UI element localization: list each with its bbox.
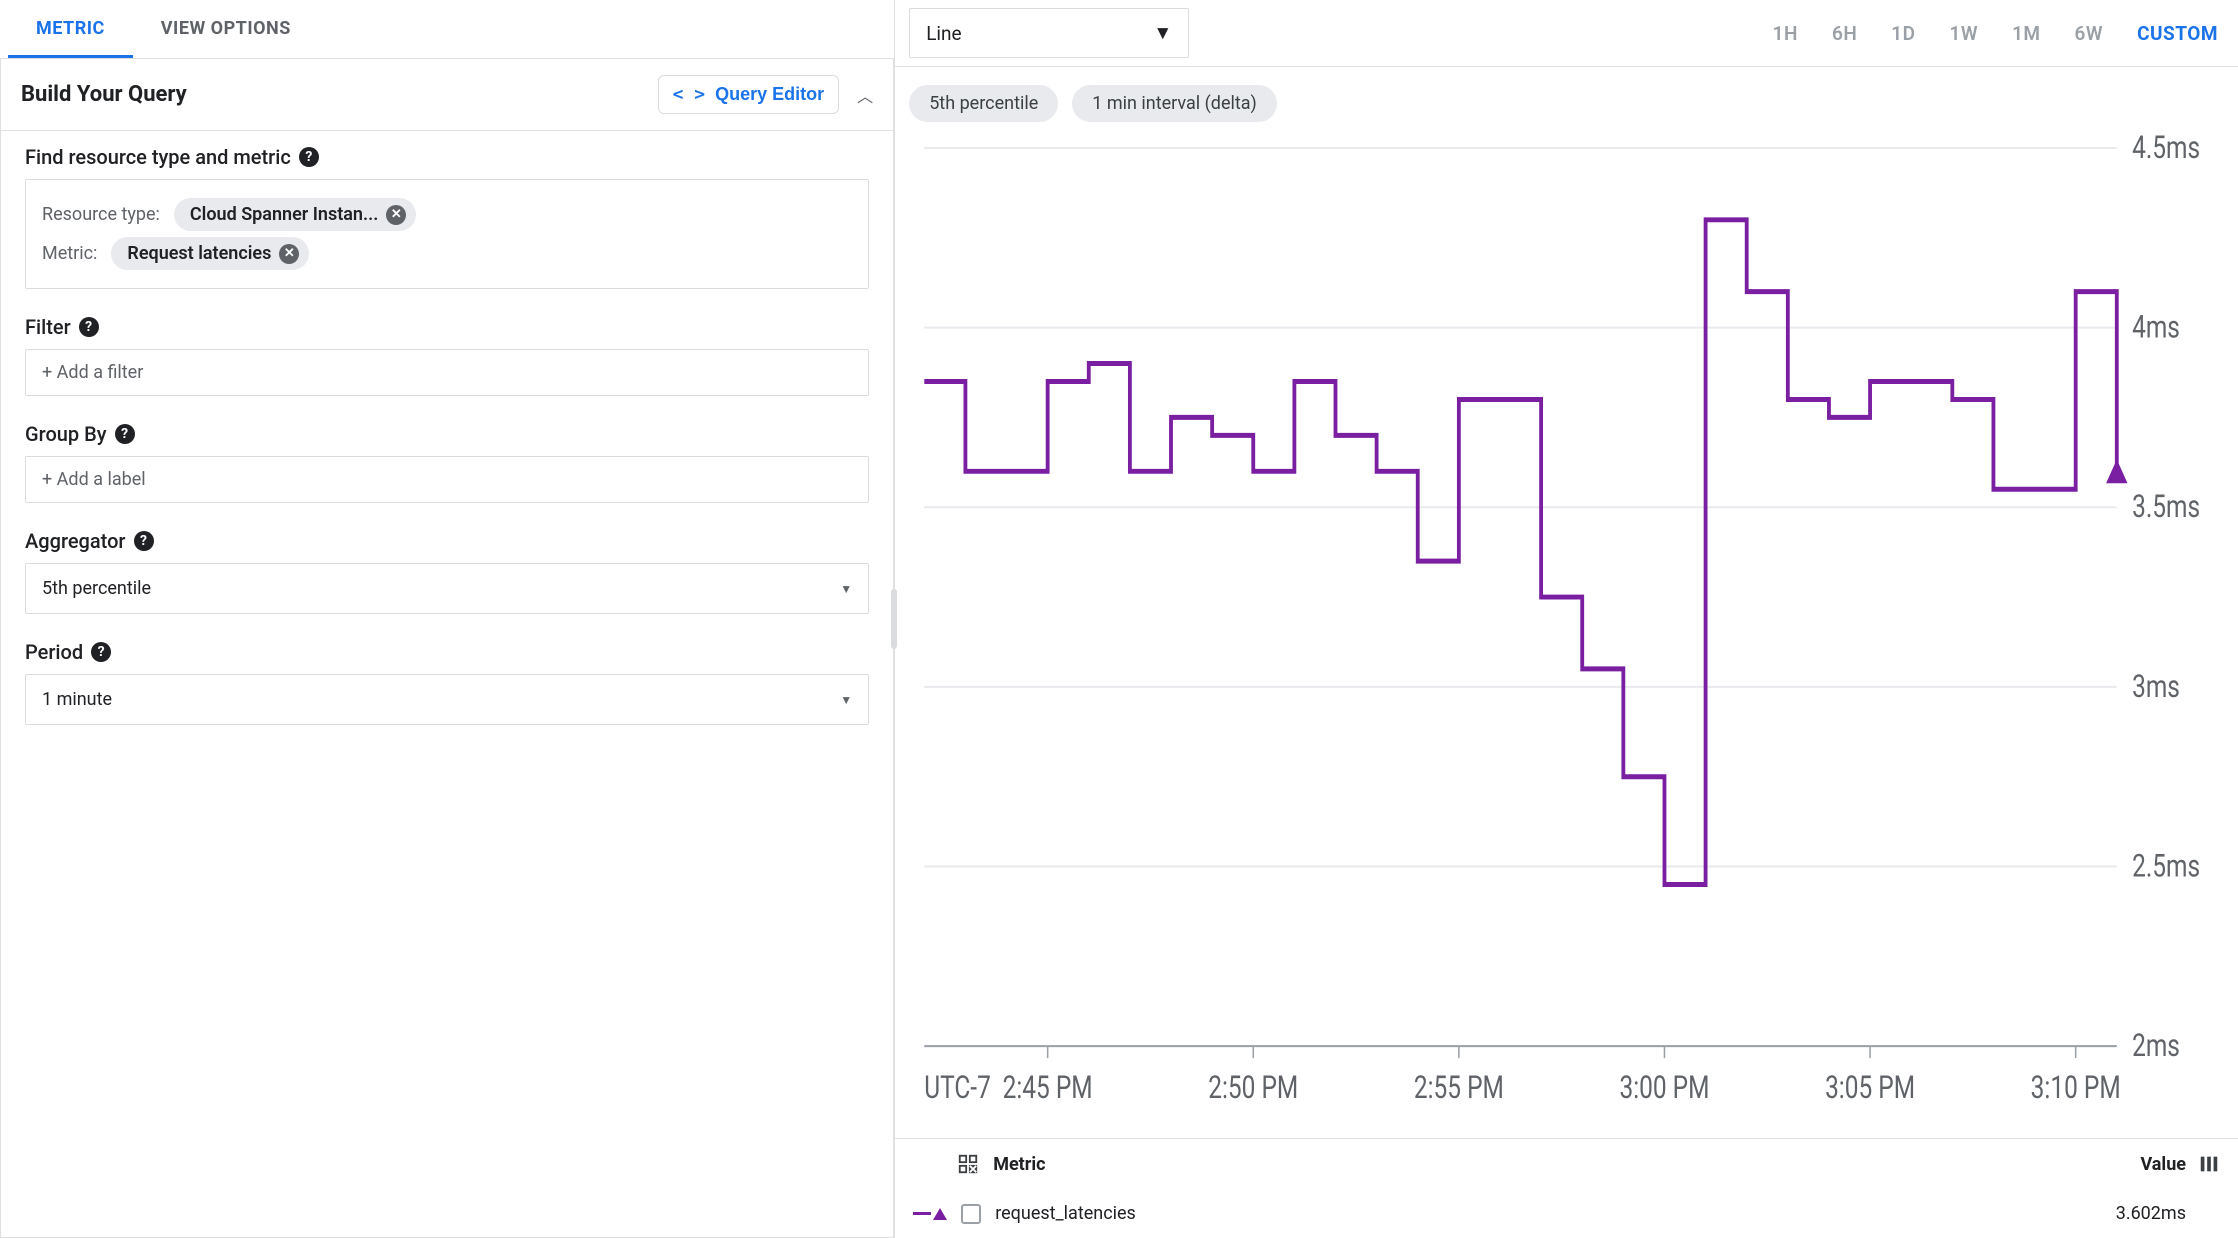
panel-header-actions: < > Query Editor ︿ — [658, 75, 874, 114]
panel-title: Build Your Query — [21, 82, 187, 107]
chevron-down-icon: ▼ — [840, 693, 852, 707]
x-tick-label: 3:00 PM — [1620, 1069, 1710, 1106]
chart-type-value: Line — [926, 22, 961, 45]
section-filter-label: Filter ? — [25, 315, 869, 339]
y-tick-label: 4ms — [2132, 308, 2180, 345]
query-body: Build Your Query < > Query Editor ︿ Find… — [0, 59, 894, 1238]
query-panel: METRIC VIEW OPTIONS Build Your Query < >… — [0, 0, 895, 1238]
chart-type-select[interactable]: Line ▼ — [909, 8, 1189, 58]
chevron-down-icon: ▼ — [1153, 21, 1172, 45]
remove-icon[interactable]: ✕ — [386, 205, 406, 225]
x-tick-label: 2:45 PM — [1003, 1069, 1093, 1106]
section-period-label: Period ? — [25, 640, 869, 664]
columns-icon[interactable] — [2198, 1153, 2220, 1175]
latency-chart[interactable]: 4.5ms 4ms 3.5ms 3ms 2.5ms 2ms UTC-7 2:45 PM 2:50… — [909, 128, 2224, 1126]
section-find-label: Find resource type and metric ? — [25, 145, 869, 169]
section-filter-text: Filter — [25, 315, 71, 339]
section-aggregator-text: Aggregator — [25, 529, 126, 553]
series-value: 3.602ms — [2116, 1203, 2186, 1224]
chart-badges: 5th percentile 1 min interval (delta) — [909, 85, 2224, 122]
help-icon[interactable]: ? — [79, 317, 99, 337]
y-tick-label: 4.5ms — [2132, 129, 2200, 166]
legend-header: Metric Value — [895, 1139, 2238, 1189]
legend-value-header: Value — [2140, 1154, 2186, 1175]
x-tick-label: 2:50 PM — [1208, 1069, 1298, 1106]
range-1h[interactable]: 1H — [1767, 18, 1804, 49]
range-1w[interactable]: 1W — [1944, 18, 1985, 49]
section-groupby-text: Group By — [25, 422, 107, 446]
tab-view-options[interactable]: VIEW OPTIONS — [133, 0, 319, 58]
help-icon[interactable]: ? — [115, 424, 135, 444]
legend-rows: request_latencies 3.602ms — [895, 1189, 2238, 1238]
x-tz-label: UTC-7 — [924, 1069, 991, 1106]
resource-type-label: Resource type: — [42, 204, 160, 225]
range-6h[interactable]: 6H — [1826, 18, 1863, 49]
section-period: Period ? 1 minute ▼ — [1, 626, 893, 737]
metric-chip-text: Request latencies — [127, 243, 271, 264]
badge-percentile: 5th percentile — [909, 85, 1058, 122]
series-swatch — [913, 1208, 947, 1220]
resource-type-chip-text: Cloud Spanner Instan... — [190, 204, 378, 225]
help-icon[interactable]: ? — [299, 147, 319, 167]
filter-input[interactable]: + Add a filter — [25, 349, 869, 396]
section-find: Find resource type and metric ? Resource… — [1, 131, 893, 301]
resource-type-chip[interactable]: Cloud Spanner Instan... ✕ — [174, 198, 416, 231]
resize-handle[interactable] — [891, 589, 897, 649]
series-end-marker — [2106, 459, 2127, 483]
period-value: 1 minute — [42, 689, 112, 710]
query-header: Build Your Query < > Query Editor ︿ — [1, 59, 893, 131]
y-tick-label: 2ms — [2132, 1027, 2180, 1064]
range-1d[interactable]: 1D — [1885, 18, 1921, 49]
help-icon[interactable]: ? — [134, 531, 154, 551]
section-period-text: Period — [25, 640, 83, 664]
query-editor-label: Query Editor — [715, 84, 824, 105]
section-groupby: Group By ? + Add a label — [1, 408, 893, 515]
section-groupby-label: Group By ? — [25, 422, 869, 446]
series-checkbox[interactable] — [961, 1204, 981, 1224]
y-tick-label: 3.5ms — [2132, 488, 2200, 525]
remove-icon[interactable]: ✕ — [279, 244, 299, 264]
metric-row: Metric: Request latencies ✕ — [42, 237, 852, 270]
section-filter: Filter ? + Add a filter — [1, 301, 893, 408]
collapse-icon[interactable]: ︿ — [857, 83, 873, 107]
legend: Metric Value request_latencies 3.602ms — [895, 1138, 2238, 1238]
metric-chip[interactable]: Request latencies ✕ — [111, 237, 309, 270]
range-6w[interactable]: 6W — [2069, 18, 2110, 49]
section-aggregator-label: Aggregator ? — [25, 529, 869, 553]
code-icon: < > — [673, 84, 706, 105]
find-box[interactable]: Resource type: Cloud Spanner Instan... ✕… — [25, 179, 869, 289]
range-custom[interactable]: CUSTOM — [2131, 18, 2224, 49]
x-tick-label: 3:10 PM — [2031, 1069, 2121, 1106]
chevron-down-icon: ▼ — [840, 582, 852, 596]
tab-metric[interactable]: METRIC — [8, 0, 133, 58]
metric-label: Metric: — [42, 243, 97, 264]
grid-icon[interactable] — [957, 1153, 979, 1175]
chart-toolbar: Line ▼ 1H 6H 1D 1W 1M 6W CUSTOM — [895, 0, 2238, 67]
x-tick-label: 2:55 PM — [1414, 1069, 1504, 1106]
time-range-picker: 1H 6H 1D 1W 1M 6W CUSTOM — [1767, 18, 2224, 49]
range-1m[interactable]: 1M — [2006, 18, 2046, 49]
y-tick-label: 3ms — [2132, 668, 2180, 705]
section-aggregator: Aggregator ? 5th percentile ▼ — [1, 515, 893, 626]
y-tick-label: 2.5ms — [2132, 847, 2200, 884]
aggregator-value: 5th percentile — [42, 578, 151, 599]
chart-area: 5th percentile 1 min interval (delta) 4.… — [895, 67, 2238, 1134]
series-name: request_latencies — [995, 1203, 1136, 1224]
x-tick-label: 3:05 PM — [1825, 1069, 1915, 1106]
badge-interval: 1 min interval (delta) — [1072, 85, 1277, 122]
legend-metric-header: Metric — [993, 1154, 1045, 1175]
legend-row[interactable]: request_latencies 3.602ms — [895, 1189, 2238, 1238]
section-find-text: Find resource type and metric — [25, 145, 291, 169]
period-select[interactable]: 1 minute ▼ — [25, 674, 869, 725]
chart-panel: Line ▼ 1H 6H 1D 1W 1M 6W CUSTOM 5th percentile… — [895, 0, 2238, 1238]
help-icon[interactable]: ? — [91, 642, 111, 662]
resource-type-row: Resource type: Cloud Spanner Instan... ✕ — [42, 198, 852, 231]
aggregator-select[interactable]: 5th percentile ▼ — [25, 563, 869, 614]
chart-svg: 4.5ms 4ms 3.5ms 3ms 2.5ms 2ms UTC-7 2:45 PM 2:50… — [909, 128, 2224, 1126]
query-editor-button[interactable]: < > Query Editor — [658, 75, 840, 114]
panel-tabs: METRIC VIEW OPTIONS — [0, 0, 894, 59]
series-line — [924, 220, 2117, 885]
groupby-input[interactable]: + Add a label — [25, 456, 869, 503]
app-root: METRIC VIEW OPTIONS Build Your Query < >… — [0, 0, 2238, 1238]
